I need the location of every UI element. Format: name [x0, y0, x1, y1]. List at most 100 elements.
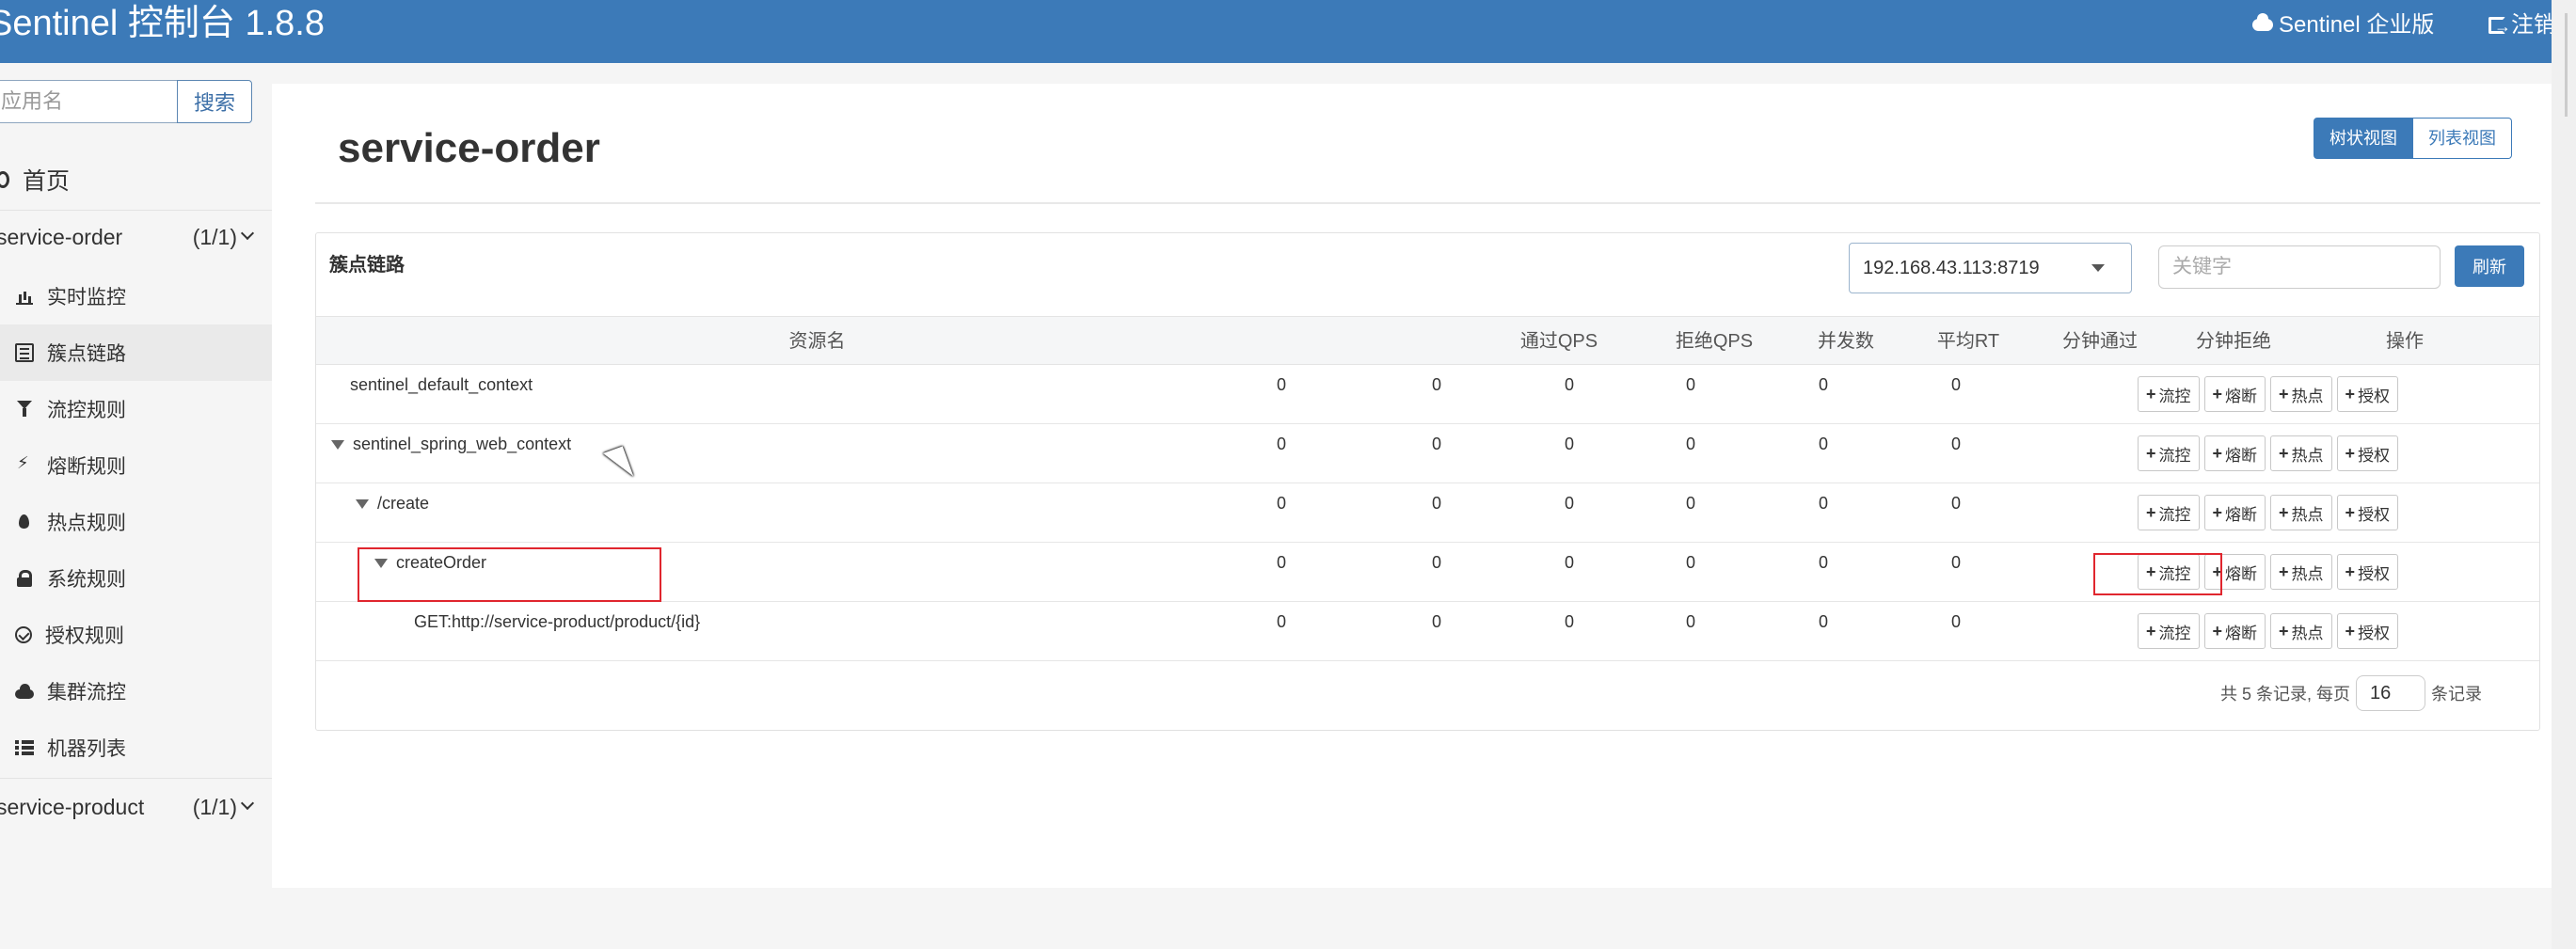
sidebar-item-realtime-monitor[interactable]: 实时监控: [0, 268, 272, 324]
add-authority-rule-button[interactable]: + 授权: [2336, 613, 2399, 649]
page-title: service-order: [338, 125, 600, 171]
col-min-pass: 分钟通过: [2062, 331, 2138, 352]
caret-down-icon[interactable]: [331, 440, 344, 450]
table-row: sentinel_spring_web_context 0 0 0 0 0 0 …: [316, 424, 2539, 483]
refresh-button[interactable]: 刷新: [2455, 245, 2524, 287]
menu-label: 授权规则: [45, 625, 124, 647]
plus-icon: +: [2279, 384, 2289, 403]
action-label: 流控: [2158, 505, 2191, 524]
add-hotspot-rule-button[interactable]: + 热点: [2270, 435, 2332, 471]
action-label: 熔断: [2225, 387, 2258, 405]
plus-icon: +: [2212, 621, 2223, 641]
add-hotspot-rule-button[interactable]: + 热点: [2270, 495, 2332, 530]
plus-icon: +: [2146, 443, 2156, 463]
pass-qps: 0: [1276, 494, 1286, 513]
add-flow-rule-button[interactable]: + 流控: [2138, 495, 2200, 530]
divider: [315, 202, 2540, 204]
add-hotspot-rule-button[interactable]: + 热点: [2270, 554, 2332, 590]
add-authority-rule-button[interactable]: + 授权: [2336, 435, 2399, 471]
app-name: service-product: [0, 794, 145, 819]
block-qps: 0: [1431, 435, 1441, 453]
min-block: 0: [1950, 375, 1961, 394]
pager-suffix: 条记录: [2431, 685, 2483, 704]
action-label: 熔断: [2225, 624, 2258, 642]
add-flow-rule-button[interactable]: + 流控: [2138, 435, 2200, 471]
menu-label: 热点规则: [47, 513, 126, 534]
app-search-button[interactable]: 搜索: [177, 80, 252, 123]
sidebar-item-system-rules[interactable]: 系统规则: [0, 550, 272, 607]
sidebar-item-authority-rules[interactable]: 授权规则: [0, 607, 272, 663]
sidebar-item-degrade-rules[interactable]: 熔断规则: [0, 437, 272, 494]
enterprise-link[interactable]: Sentinel 企业版: [2252, 11, 2434, 40]
concurrency: 0: [1564, 553, 1574, 572]
app-count: (1/1): [192, 794, 237, 819]
plus-icon: +: [2146, 621, 2156, 641]
list-alt-icon: [15, 343, 34, 362]
action-label: 授权: [2358, 564, 2391, 583]
add-degrade-rule-button[interactable]: + 熔断: [2203, 495, 2266, 530]
divider: [0, 210, 272, 211]
avg-rt: 0: [1685, 435, 1695, 453]
logout-link[interactable]: 注销: [2489, 11, 2556, 40]
add-authority-rule-button[interactable]: + 授权: [2336, 554, 2399, 590]
plus-icon: +: [2146, 502, 2156, 522]
min-block: 0: [1950, 612, 1961, 631]
filter-icon: [15, 400, 34, 419]
cluster-link-panel: 簇点链路 192.168.43.113:8719 刷新 资源名 通过QPS 拒绝…: [315, 232, 2540, 731]
action-label: 热点: [2291, 505, 2324, 524]
sidebar-item-machine-list[interactable]: 机器列表: [0, 720, 272, 776]
sidebar-item-flow-rules[interactable]: 流控规则: [0, 381, 272, 437]
add-hotspot-rule-button[interactable]: + 热点: [2270, 613, 2332, 649]
pass-qps: 0: [1276, 375, 1286, 394]
action-label: 流控: [2158, 446, 2191, 465]
sidebar-app-service-product[interactable]: service-product (1/1): [0, 785, 255, 829]
add-degrade-rule-button[interactable]: + 熔断: [2203, 435, 2266, 471]
table-row: GET:http://service-product/product/{id} …: [316, 602, 2539, 661]
add-flow-rule-button[interactable]: + 流控: [2138, 613, 2200, 649]
machine-select[interactable]: 192.168.43.113:8719: [1849, 243, 2132, 293]
min-pass: 0: [1818, 435, 1828, 453]
add-degrade-rule-button[interactable]: + 熔断: [2203, 376, 2266, 412]
min-pass: 0: [1818, 612, 1828, 631]
tree-view-button[interactable]: 树状视图: [2314, 118, 2413, 159]
sidebar-app-service-order[interactable]: service-order (1/1): [0, 215, 255, 259]
sidebar-item-cluster-flow[interactable]: 集群流控: [0, 663, 272, 720]
sidebar-item-home[interactable]: 首页: [0, 159, 70, 200]
scrollbar-track[interactable]: [2552, 0, 2576, 949]
concurrency: 0: [1564, 375, 1574, 394]
action-label: 热点: [2291, 624, 2324, 642]
add-authority-rule-button[interactable]: + 授权: [2336, 495, 2399, 530]
row-actions: + 流控 + 熔断 + 热点 + 授权: [2138, 435, 2399, 471]
cloud-icon: [15, 682, 34, 701]
col-pass-qps: 通过QPS: [1519, 331, 1598, 352]
page-size-input[interactable]: [2356, 675, 2426, 711]
highlight-box-flow-button: [2093, 553, 2222, 595]
plus-icon: +: [2345, 384, 2356, 403]
scrollbar-thumb[interactable]: [2565, 13, 2568, 117]
add-authority-rule-button[interactable]: + 授权: [2336, 376, 2399, 412]
fire-icon: [15, 513, 34, 531]
plus-icon: +: [2279, 561, 2289, 581]
avg-rt: 0: [1685, 612, 1695, 631]
block-qps: 0: [1431, 553, 1441, 572]
min-pass: 0: [1818, 494, 1828, 513]
keyword-input[interactable]: [2158, 245, 2441, 289]
sidebar-item-hotspot-rules[interactable]: 热点规则: [0, 494, 272, 550]
sidebar-item-cluster-link[interactable]: 簇点链路: [0, 324, 272, 381]
app-count: (1/1): [192, 224, 237, 249]
concurrency: 0: [1564, 435, 1574, 453]
resource-name-cell[interactable]: sentinel_spring_web_context: [331, 434, 571, 454]
menu-label: 系统规则: [47, 569, 126, 591]
plus-icon: +: [2279, 443, 2289, 463]
divider: [0, 778, 272, 779]
add-degrade-rule-button[interactable]: + 熔断: [2203, 613, 2266, 649]
add-hotspot-rule-button[interactable]: + 热点: [2270, 376, 2332, 412]
resource-name-cell[interactable]: /create: [356, 493, 429, 514]
app-search-input[interactable]: [0, 80, 178, 123]
add-flow-rule-button[interactable]: + 流控: [2138, 376, 2200, 412]
caret-down-icon[interactable]: [356, 499, 369, 509]
list-view-button[interactable]: 列表视图: [2413, 118, 2512, 159]
view-toggle: 树状视图 列表视图: [2314, 118, 2512, 159]
app-title[interactable]: Sentinel 控制台 1.8.8: [0, 2, 325, 45]
resource-name: sentinel_spring_web_context: [353, 435, 572, 453]
